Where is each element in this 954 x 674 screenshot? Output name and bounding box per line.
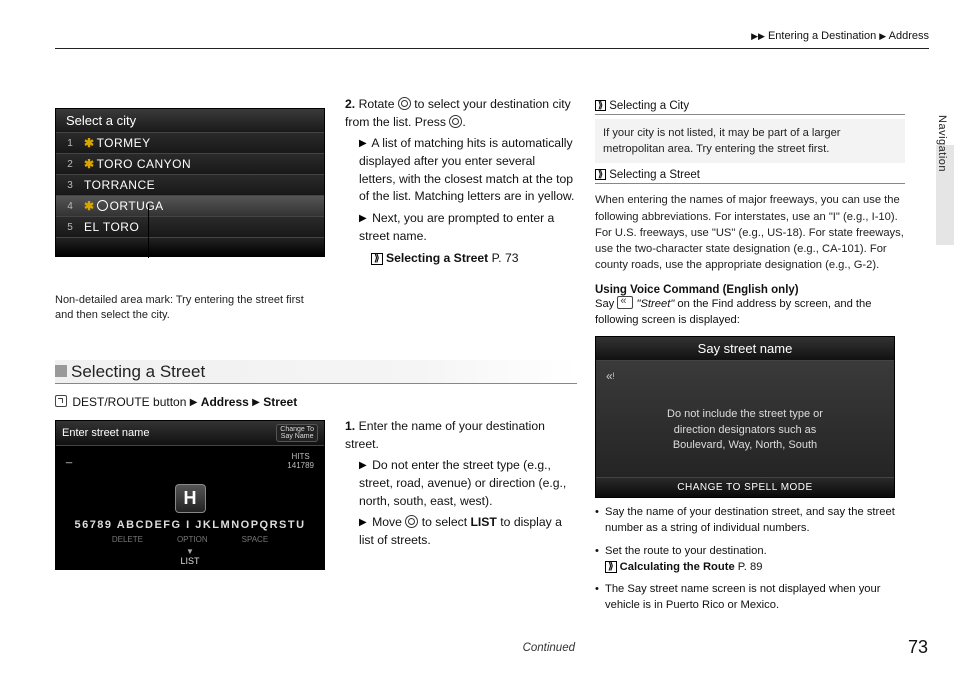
row-label: ✱TORO CANYON: [84, 157, 324, 171]
sidebar-bullet-1: Say the name of your destination street,…: [595, 504, 905, 536]
xref-icon: ⟫: [371, 253, 383, 265]
screenshot1-title: Select a city: [56, 109, 324, 133]
selected-letter: H: [175, 484, 206, 513]
row-label: TORRANCE: [84, 178, 324, 192]
press-icon: [449, 115, 462, 128]
header-breadcrumb: ▶▶ Entering a Destination ▶ Address: [751, 30, 929, 42]
enter-street-screenshot: Enter street name Change To Say Name _ H…: [55, 420, 325, 570]
button-icon: [55, 395, 67, 407]
triangle-icon: ▶: [359, 517, 367, 528]
space-label: SPACE: [242, 535, 269, 544]
xref-icon: ⟫: [595, 169, 606, 180]
voice-command-title: Using Voice Command (English only): [595, 284, 905, 296]
page: ▶▶ Entering a Destination ▶ Address Navi…: [0, 0, 954, 674]
step-number: 2.: [345, 97, 355, 111]
voice-icon: [617, 296, 633, 309]
continued-label: Continued: [345, 642, 575, 654]
side-tab-label: Navigation: [934, 52, 948, 172]
xref-icon: ⟫: [605, 561, 617, 573]
sidebar-bullet-2: Set the route to your destination. ⟫ Cal…: [595, 543, 905, 575]
header-rule: [55, 48, 929, 49]
row-num: 1: [56, 138, 84, 149]
screenshot-footer: [56, 238, 324, 256]
triangle-icon: ▶: [190, 397, 198, 408]
triangle-icon: ▶: [879, 31, 886, 42]
triangle-icon: ▶: [359, 138, 367, 149]
row-num: 5: [56, 222, 84, 233]
row-num: 2: [56, 159, 84, 170]
move-icon: [405, 515, 418, 528]
sidebar-column: ⟫ Selecting a City If your city is not l…: [595, 100, 905, 614]
rotary-icon: [398, 97, 411, 110]
square-bullet-icon: [55, 365, 67, 377]
sidebar-heading-2: ⟫ Selecting a Street: [595, 169, 905, 181]
callout-line: [148, 204, 149, 258]
city-row: 2 ✱TORO CANYON: [56, 154, 324, 175]
row-num: 3: [56, 180, 84, 191]
vscr-footer: CHANGE TO SPELL MODE: [596, 477, 894, 497]
step2-sub1: ▶ A list of matching hits is automatical…: [359, 135, 575, 206]
triangle-icon: ▶: [359, 460, 367, 471]
asterisk-icon: ✱: [84, 199, 95, 213]
triangle-icon: ▶: [359, 213, 367, 224]
page-number: 73: [908, 637, 928, 658]
enter-street-screenshot-wrap: Enter street name Change To Say Name _ H…: [55, 420, 325, 570]
step1-sub2: ▶ Move to select LIST to display a list …: [359, 514, 575, 549]
step2-sub2: ▶ Next, you are prompted to enter a stre…: [359, 210, 575, 245]
scr2-titlebar: Enter street name Change To Say Name: [56, 421, 324, 446]
scr2-entry-row: _ HITS 141789: [56, 446, 324, 472]
delete-label: DELETE: [112, 535, 143, 544]
select-city-screenshot: Select a city 1 ✱TORMEY 2 ✱TORO CANYON 3…: [55, 108, 325, 257]
header-crumb-1: Entering a Destination: [768, 30, 876, 42]
triangle-icon: ▶: [252, 397, 260, 408]
sidebar-heading-1: ⟫ Selecting a City: [595, 100, 905, 112]
vscr-message: Do not include the street type or direct…: [626, 407, 864, 453]
triangle-icon: ▶▶: [751, 31, 765, 42]
scr2-bottom-row: DELETE OPTION SPACE: [56, 535, 324, 544]
sidebar-rule: [595, 183, 905, 184]
sidebar-bullet-3: The Say street name screen is not displa…: [595, 581, 905, 613]
entry-cursor: _: [66, 452, 72, 470]
step-number: 1.: [345, 419, 355, 433]
scr2-title: Enter street name: [62, 427, 149, 439]
asterisk-icon: ✱: [84, 157, 95, 171]
header-crumb-2: Address: [889, 30, 929, 42]
screenshot1-caption: Non-detailed area mark: Try entering the…: [55, 293, 305, 323]
city-row: 3 TORRANCE: [56, 175, 324, 196]
step2-xref: ⟫ Selecting a Street P. 73: [371, 250, 575, 268]
city-row: 5 EL TORO: [56, 217, 324, 238]
vscr-title: Say street name: [596, 337, 894, 361]
row-label: EL TORO: [84, 220, 324, 234]
section-title: Selecting a Street: [71, 362, 205, 382]
city-row-selected: 4 ✱ORTUGA: [56, 196, 324, 217]
row-label: ✱ORTUGA: [84, 199, 324, 213]
change-to-say-name-button: Change To Say Name: [276, 424, 318, 442]
scr2-letter-selector: H: [56, 484, 324, 513]
hits-box: HITS 141789: [287, 452, 314, 470]
left-column: Select a city 1 ✱TORMEY 2 ✱TORO CANYON 3…: [55, 108, 325, 323]
sidebar-body-2: When entering the names of major freeway…: [595, 188, 905, 273]
step2-lead: 2. Rotate to select your destination cit…: [345, 96, 575, 131]
row-num: 4: [56, 201, 84, 212]
option-label: OPTION: [177, 535, 208, 544]
voice-wave-icon: «ᵎ: [606, 369, 615, 383]
asterisk-icon: ✱: [84, 136, 95, 150]
voice-command-text: Say "Street" on the Find address by scre…: [595, 296, 905, 328]
cursor-icon: [97, 200, 108, 211]
sidebar-rule: [595, 114, 905, 115]
sidebar-body-1: If your city is not listed, it may be pa…: [595, 119, 905, 163]
xref-icon: ⟫: [595, 100, 606, 111]
alpha-strip: 56789 ABCDEFG I JKLMNOPQRSTU: [56, 519, 324, 531]
step1-block: 1. Enter the name of your destination st…: [345, 418, 575, 550]
section-breadcrumb: DEST/ROUTE button ▶ Address ▶ Street: [55, 395, 575, 409]
section-heading: Selecting a Street: [55, 360, 577, 384]
city-row: 1 ✱TORMEY: [56, 133, 324, 154]
list-label: LIST: [56, 547, 324, 566]
step1-sub1: ▶ Do not enter the street type (e.g., st…: [359, 457, 575, 510]
say-street-screenshot: Say street name «ᵎ Do not include the st…: [595, 336, 895, 498]
step2-block: 2. Rotate to select your destination cit…: [345, 96, 575, 267]
vscr-body: «ᵎ Do not include the street type or dir…: [596, 361, 894, 489]
row-label: ✱TORMEY: [84, 136, 324, 150]
step1-lead: 1. Enter the name of your destination st…: [345, 418, 575, 453]
